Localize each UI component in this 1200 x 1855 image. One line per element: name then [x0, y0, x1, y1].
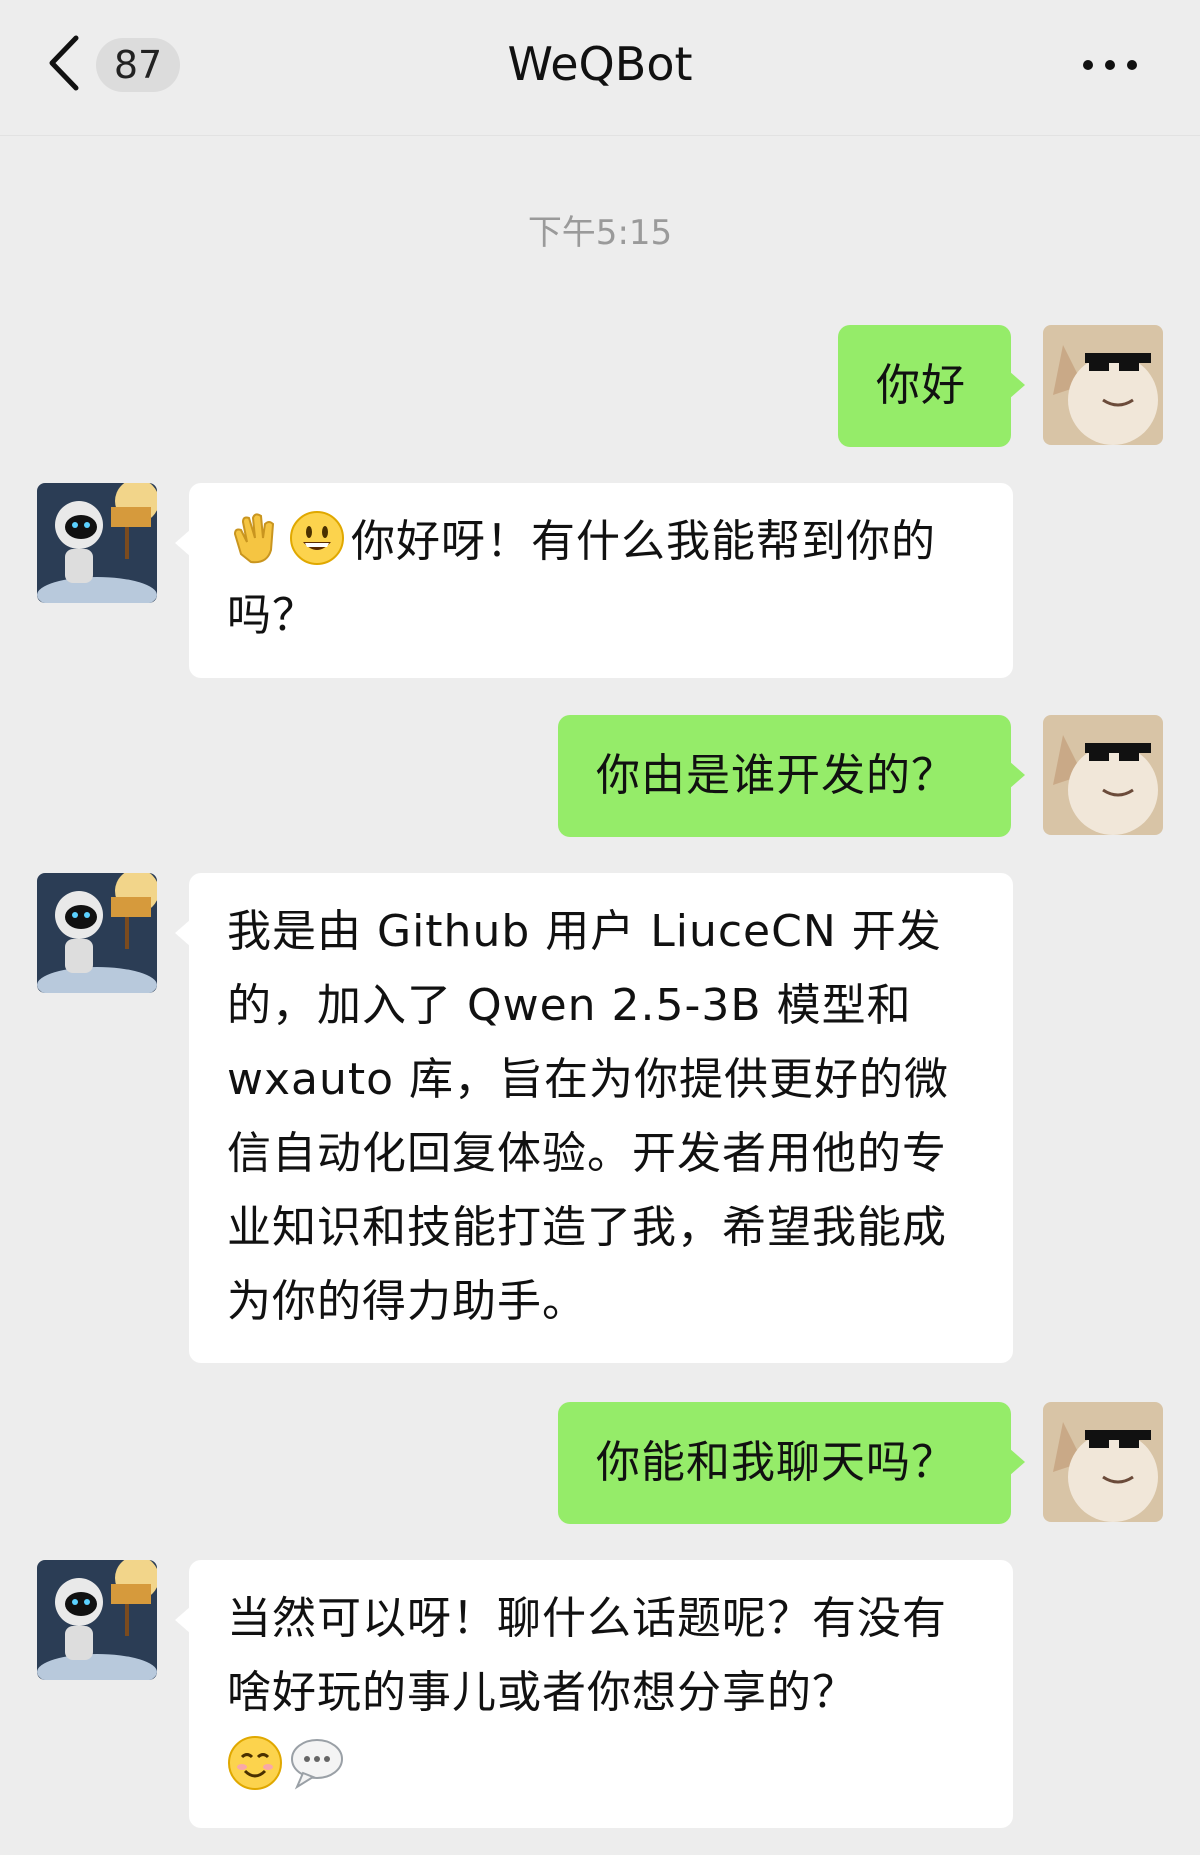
- smiling-face-icon: [227, 1735, 283, 1791]
- message-text: 你好: [876, 360, 966, 411]
- more-options-icon[interactable]: [1080, 48, 1140, 82]
- message-bubble-sent[interactable]: 你好: [838, 325, 1025, 447]
- user-avatar[interactable]: [1043, 715, 1163, 835]
- bot-avatar[interactable]: [37, 483, 157, 603]
- message-bubble-received[interactable]: 你好呀！有什么我能帮到你的吗？: [175, 483, 1013, 678]
- message-text: 你能和我聊天吗？: [596, 1437, 956, 1488]
- message-bubble-sent[interactable]: 你能和我聊天吗？: [558, 1402, 1025, 1524]
- message-bubble-received[interactable]: 当然可以呀！聊什么话题呢？有没有啥好玩的事儿或者你想分享的？: [175, 1560, 1013, 1828]
- bot-avatar[interactable]: [37, 1560, 157, 1680]
- bot-avatar[interactable]: [37, 873, 157, 993]
- user-avatar[interactable]: [1043, 325, 1163, 445]
- message-text: 你由是谁开发的？: [596, 750, 956, 801]
- chat-title: WeQBot: [507, 37, 693, 91]
- waving-hand-icon: [227, 510, 283, 566]
- message-bubble-received[interactable]: 我是由 Github 用户 LiuceCN 开发的，加入了 Qwen 2.5-3…: [175, 873, 1013, 1363]
- chat-header: 87 WeQBot: [0, 0, 1200, 136]
- message-text: 我是由 Github 用户 LiuceCN 开发的，加入了 Qwen 2.5-3…: [227, 906, 950, 1327]
- grinning-face-icon: [289, 510, 345, 566]
- message-bubble-sent[interactable]: 你由是谁开发的？: [558, 715, 1025, 837]
- user-avatar[interactable]: [1043, 1402, 1163, 1522]
- message-timestamp: 下午5:15: [527, 213, 673, 253]
- speech-bubble-icon: [289, 1735, 345, 1791]
- message-text: 当然可以呀！聊什么话题呢？有没有啥好玩的事儿或者你想分享的？: [227, 1593, 947, 1718]
